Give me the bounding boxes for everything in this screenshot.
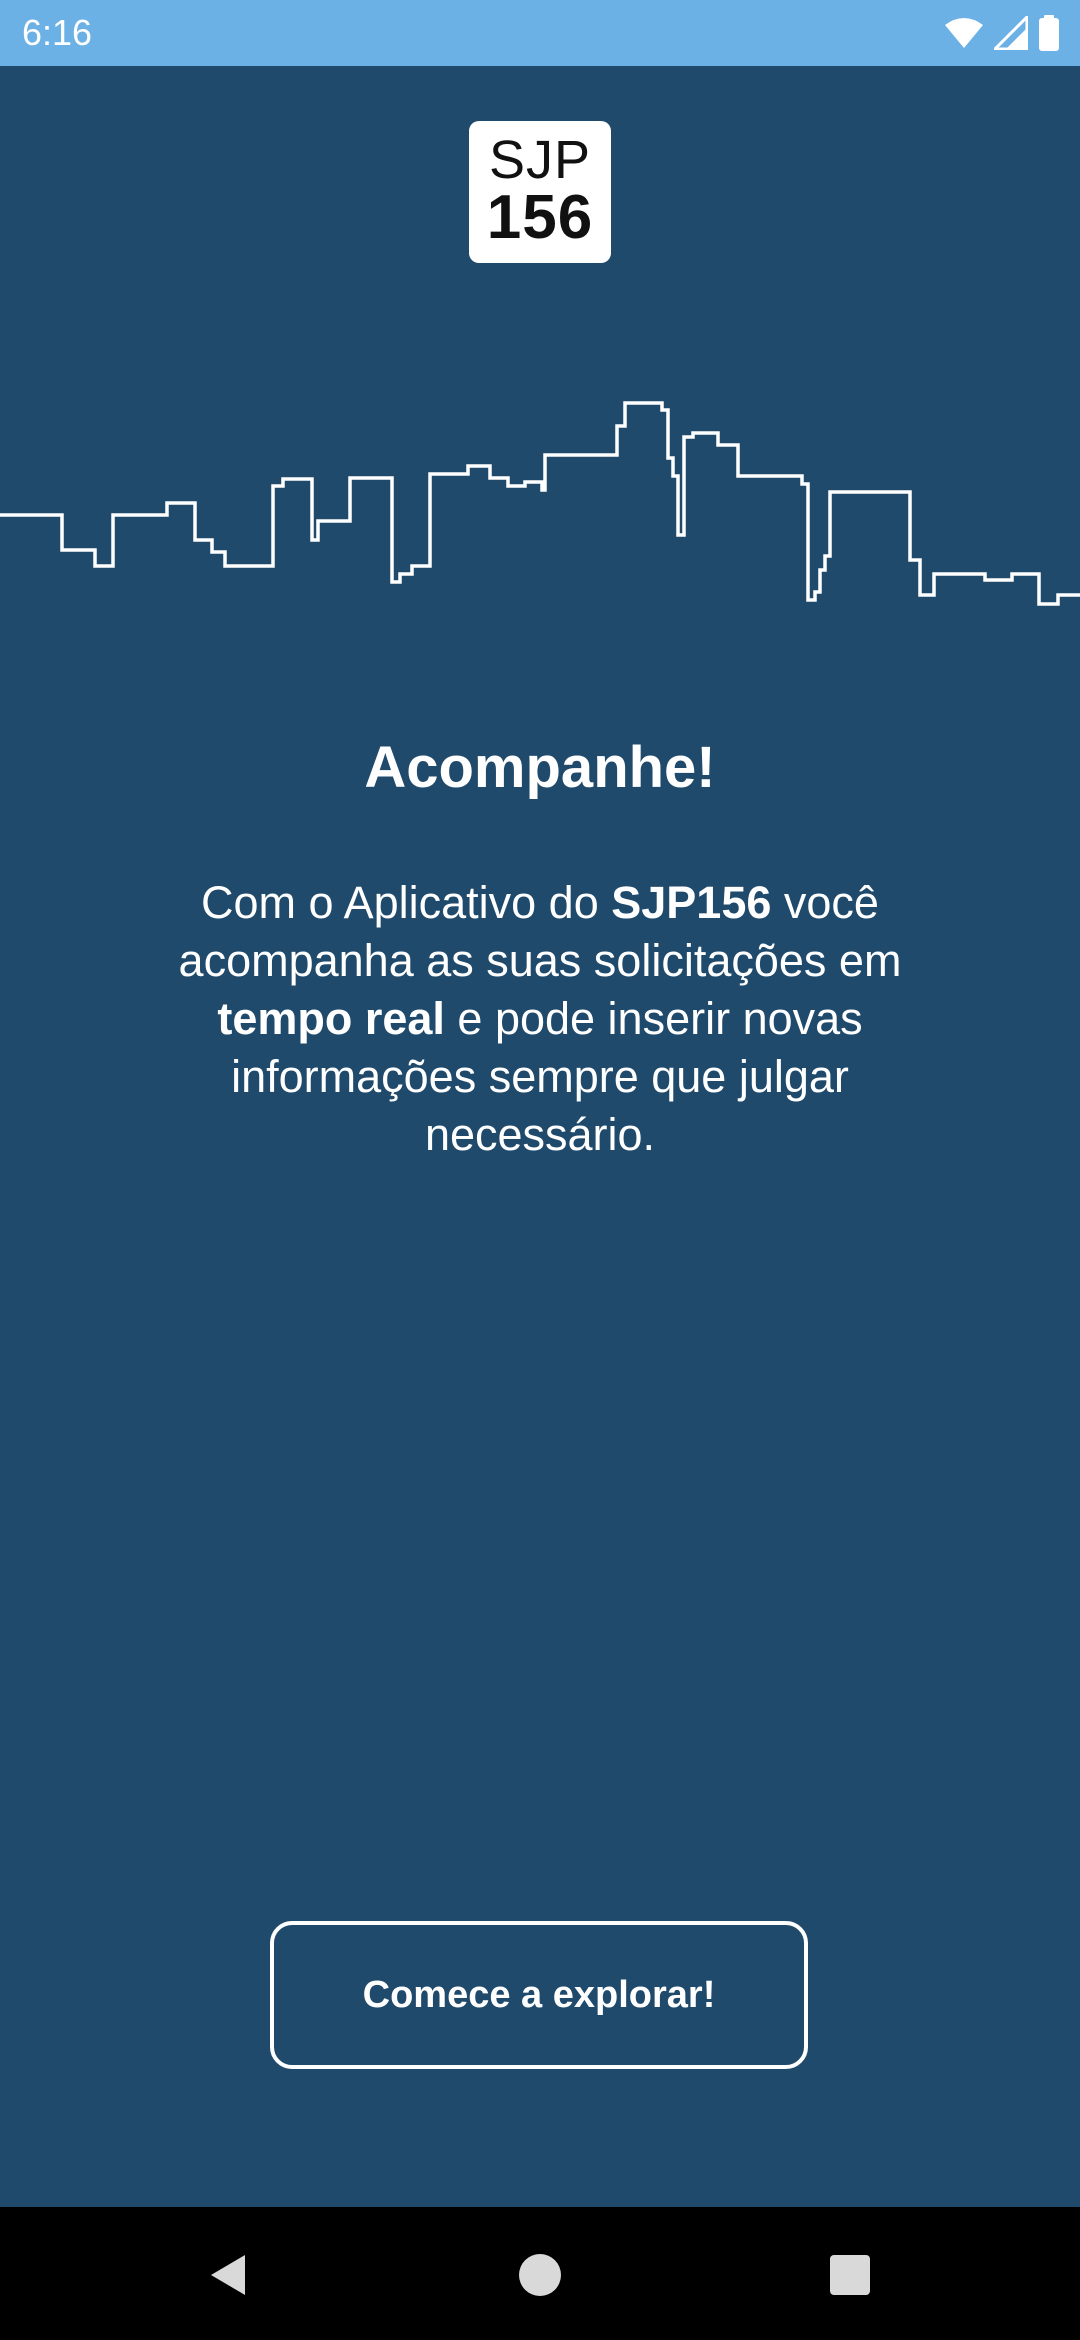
battery-icon [1038, 15, 1060, 51]
logo-line2: 156 [486, 183, 594, 252]
back-icon[interactable] [197, 2245, 257, 2305]
home-icon[interactable] [510, 2245, 570, 2305]
recents-icon[interactable] [820, 2245, 880, 2305]
description-part1: Com o Aplicativo do [201, 877, 612, 928]
status-icons [944, 12, 1060, 54]
signal-icon [994, 16, 1028, 50]
description-realtime: tempo real [217, 993, 445, 1044]
status-bar: 6:16 [0, 0, 1080, 66]
onboarding-description: Com o Aplicativo do SJP156 você acompanh… [140, 874, 940, 1164]
system-navigation-bar [0, 2207, 1080, 2340]
wifi-icon [944, 17, 984, 49]
start-exploring-button[interactable]: Comece a explorar! [270, 1921, 808, 2069]
status-time: 6:16 [22, 12, 93, 53]
onboarding-title: Acompanhe! [364, 735, 716, 800]
description-app-name: SJP156 [611, 877, 772, 928]
city-skyline-illustration [0, 401, 1080, 606]
app-logo: SJP 156 [469, 121, 611, 263]
logo-line1: SJP [488, 130, 592, 190]
